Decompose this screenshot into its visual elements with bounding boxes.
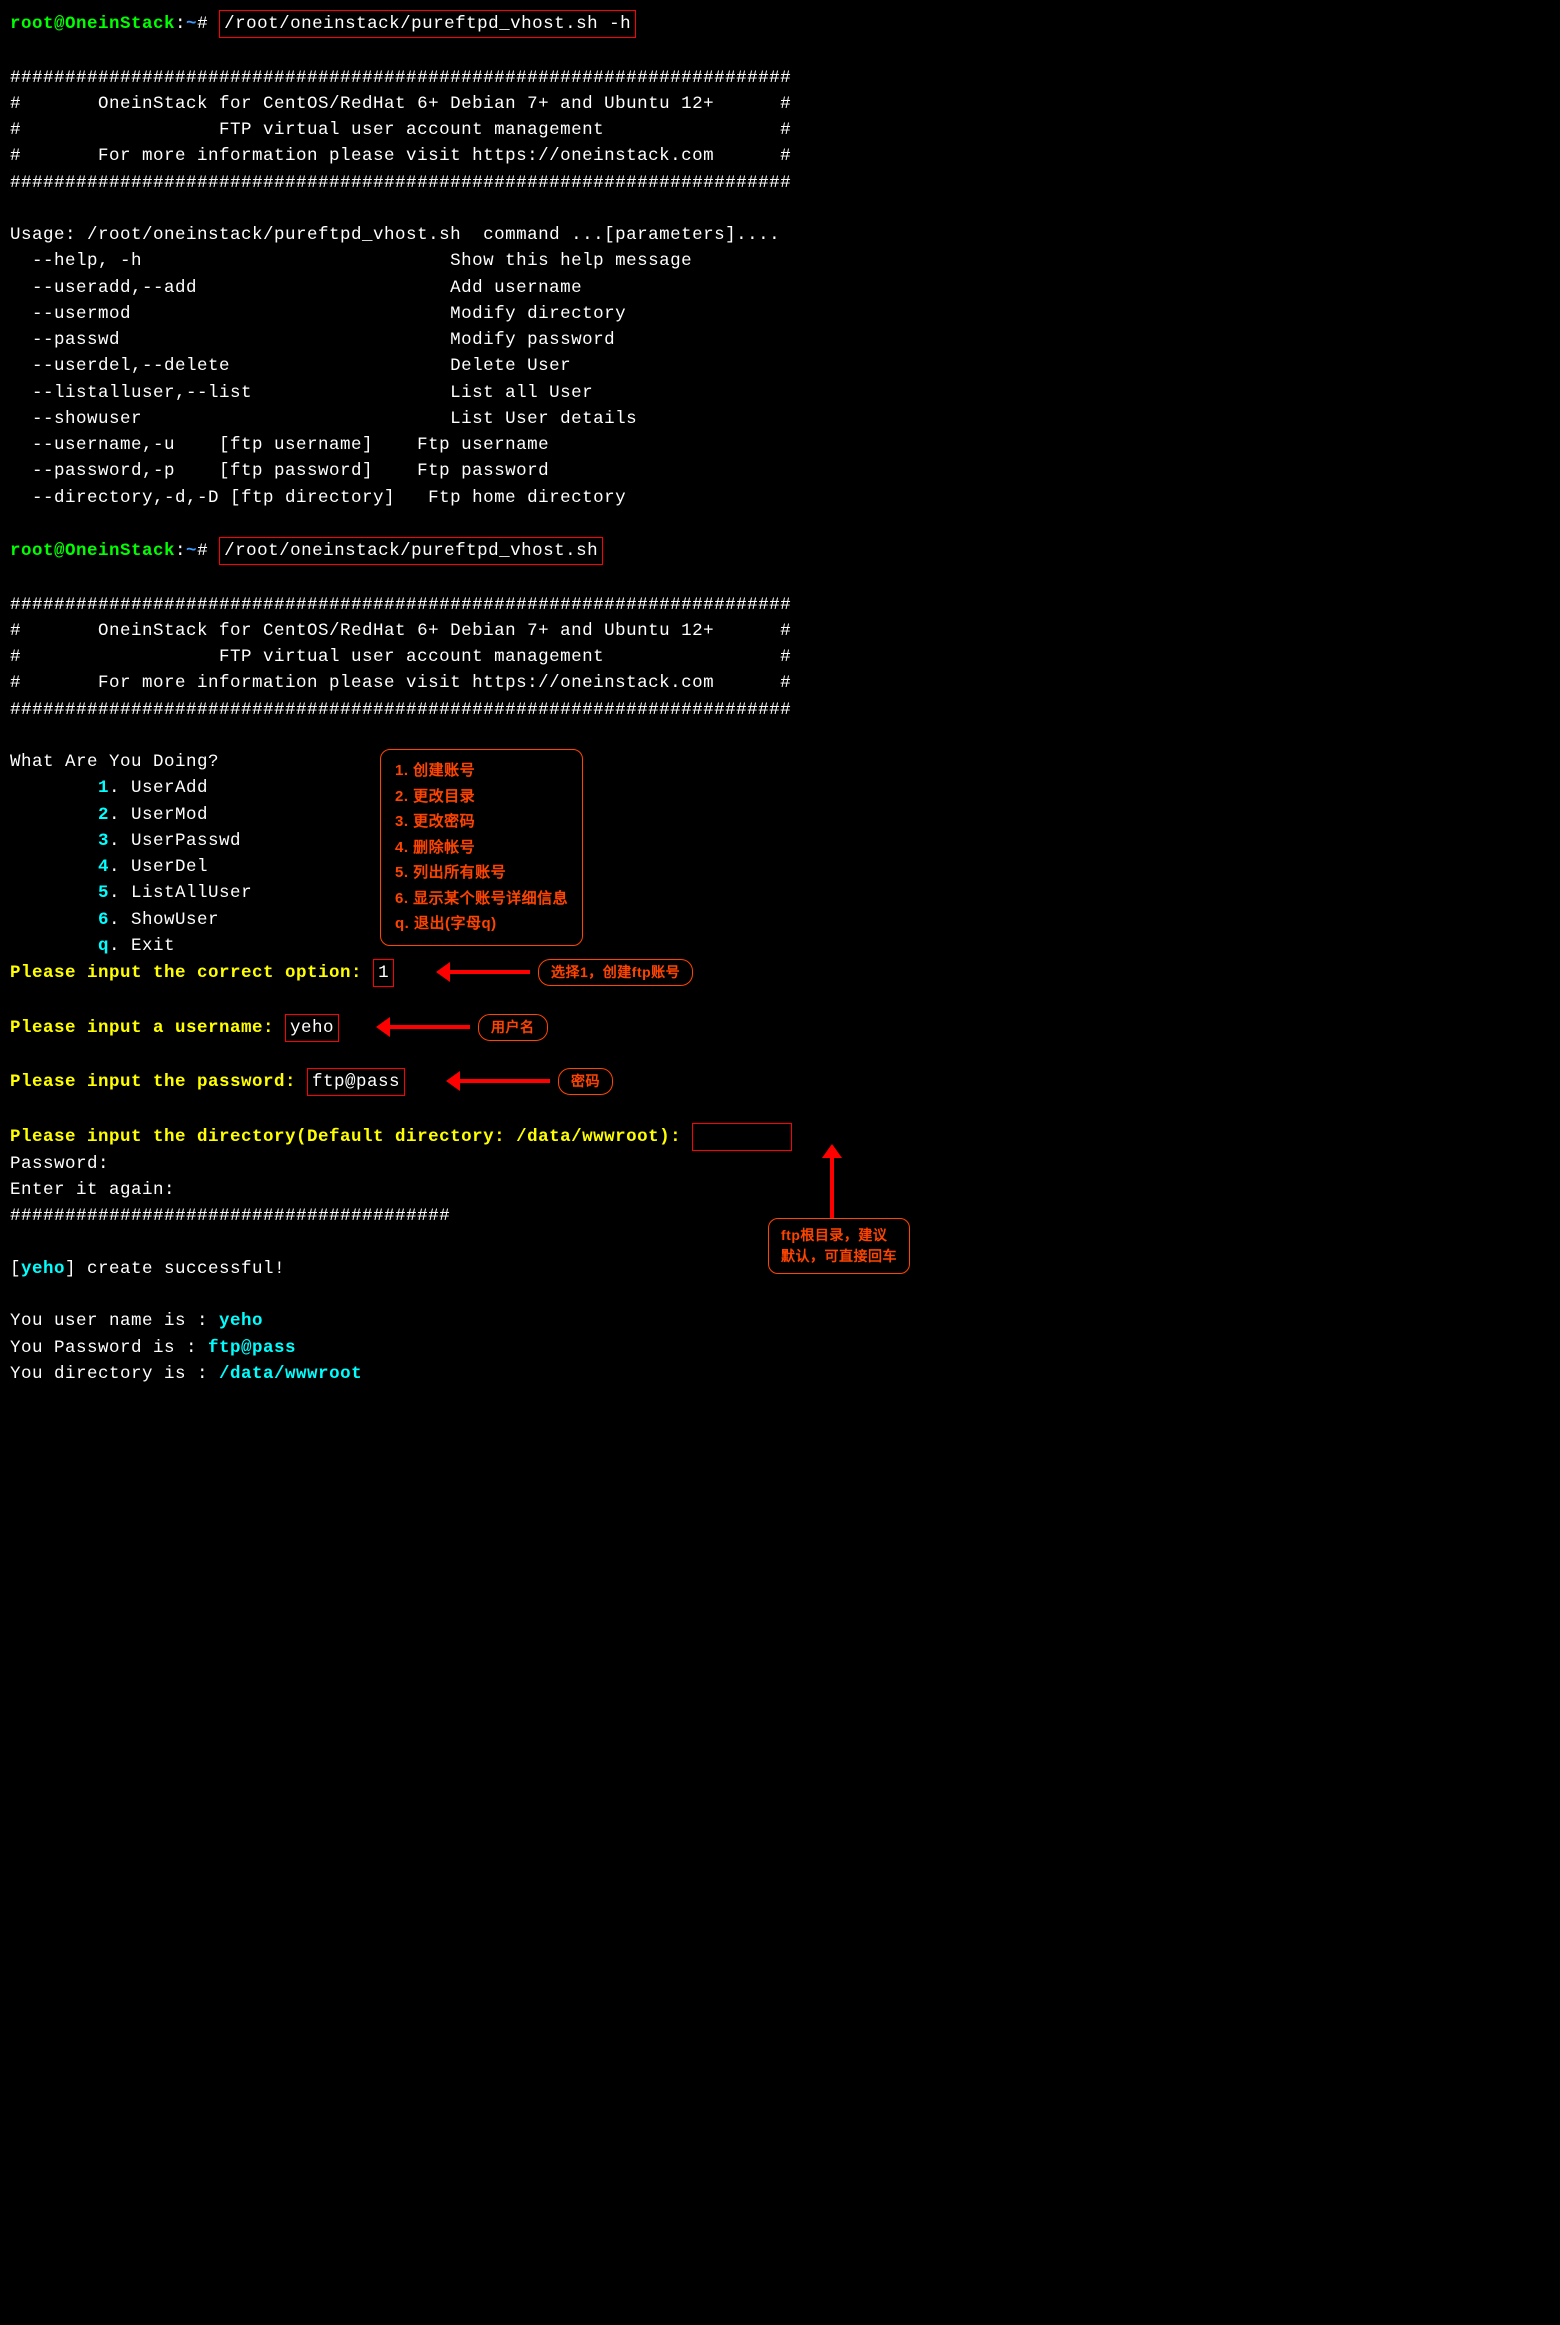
prompt-userhost: root@OneinStack: [10, 541, 175, 561]
arrow-icon: [450, 970, 530, 974]
banner-line2: # FTP virtual user account management #: [10, 644, 1550, 670]
prompt-path: ~: [186, 14, 197, 34]
banner-line2: # FTP virtual user account management #: [10, 117, 1550, 143]
usage-row: --passwd Modify password: [10, 327, 1550, 353]
banner-line3: # For more information please visit http…: [10, 670, 1550, 696]
banner-line1: # OneinStack for CentOS/RedHat 6+ Debian…: [10, 618, 1550, 644]
option-prompt-line: Please input the correct option: 1: [10, 959, 1550, 987]
annotation-menu-translations: 1. 创建账号 2. 更改目录 3. 更改密码 4. 删除帐号 5. 列出所有账…: [380, 749, 583, 946]
menu-item: q. Exit: [10, 933, 1550, 959]
usage-row: --usermod Modify directory: [10, 301, 1550, 327]
username-input-box[interactable]: yeho: [285, 1014, 339, 1042]
output-username: You user name is : yeho: [10, 1308, 1550, 1334]
prompt-path: ~: [186, 541, 197, 561]
usage-row: --password,-p [ftp password] Ftp passwor…: [10, 458, 1550, 484]
usage-row: --showuser List User details: [10, 406, 1550, 432]
banner-line3: # For more information please visit http…: [10, 143, 1550, 169]
banner-hash: ########################################…: [10, 170, 1550, 196]
banner-line1: # OneinStack for CentOS/RedHat 6+ Debian…: [10, 91, 1550, 117]
directory-input-box[interactable]: [692, 1123, 792, 1151]
usage-row: --listalluser,--list List all User: [10, 380, 1550, 406]
menu-item: 2. UserMod: [10, 802, 1550, 828]
banner-hash: ########################################…: [10, 592, 1550, 618]
output-password: You Password is : ftp@pass: [10, 1335, 1550, 1361]
command-2-box: /root/oneinstack/pureftpd_vhost.sh: [219, 537, 603, 565]
arrow-icon: [830, 1158, 834, 1218]
command-1[interactable]: /root/oneinstack/pureftpd_vhost.sh -h: [224, 14, 631, 34]
usage-row: --username,-u [ftp username] Ftp usernam…: [10, 432, 1550, 458]
command-2[interactable]: /root/oneinstack/pureftpd_vhost.sh: [224, 541, 598, 561]
menu-item: 4. UserDel: [10, 854, 1550, 880]
password-line: Password:: [10, 1151, 1550, 1177]
terminal-output: root@OneinStack:~# /root/oneinstack/pure…: [10, 10, 1550, 1387]
password-again-line: Enter it again:: [10, 1177, 1550, 1203]
directory-prompt-line: Please input the directory(Default direc…: [10, 1123, 1550, 1151]
arrow-icon: [390, 1025, 470, 1029]
annotation-directory: ftp根目录，建议 默认，可直接回车: [768, 1218, 910, 1274]
menu-header: What Are You Doing?: [10, 749, 1550, 775]
menu-item: 6. ShowUser: [10, 907, 1550, 933]
menu-item: 3. UserPasswd: [10, 828, 1550, 854]
username-prompt-line: Please input a username: yeho: [10, 1014, 1550, 1042]
prompt-line-1: root@OneinStack:~# /root/oneinstack/pure…: [10, 10, 1550, 38]
banner-hash: ########################################…: [10, 697, 1550, 723]
usage-header: Usage: /root/oneinstack/pureftpd_vhost.s…: [10, 222, 1550, 248]
menu-item: 1. UserAdd: [10, 775, 1550, 801]
menu-item: 5. ListAllUser: [10, 880, 1550, 906]
banner-hash: ########################################…: [10, 65, 1550, 91]
command-1-box: /root/oneinstack/pureftpd_vhost.sh -h: [219, 10, 636, 38]
prompt-line-2: root@OneinStack:~# /root/oneinstack/pure…: [10, 537, 1550, 565]
password-prompt-line: Please input the password: ftp@pass: [10, 1068, 1550, 1096]
usage-row: --userdel,--delete Delete User: [10, 353, 1550, 379]
annotation-username: 用户名: [478, 1014, 548, 1041]
annotation-option: 选择1，创建ftp账号: [538, 959, 693, 986]
usage-row: --help, -h Show this help message: [10, 248, 1550, 274]
password-input-box[interactable]: ftp@pass: [307, 1068, 405, 1096]
arrow-icon: [460, 1079, 550, 1083]
usage-row: --directory,-d,-D [ftp directory] Ftp ho…: [10, 485, 1550, 511]
option-input-box[interactable]: 1: [373, 959, 394, 987]
output-directory: You directory is : /data/wwwroot: [10, 1361, 1550, 1387]
annotation-password: 密码: [558, 1068, 613, 1095]
usage-row: --useradd,--add Add username: [10, 275, 1550, 301]
prompt-userhost: root@OneinStack: [10, 14, 175, 34]
